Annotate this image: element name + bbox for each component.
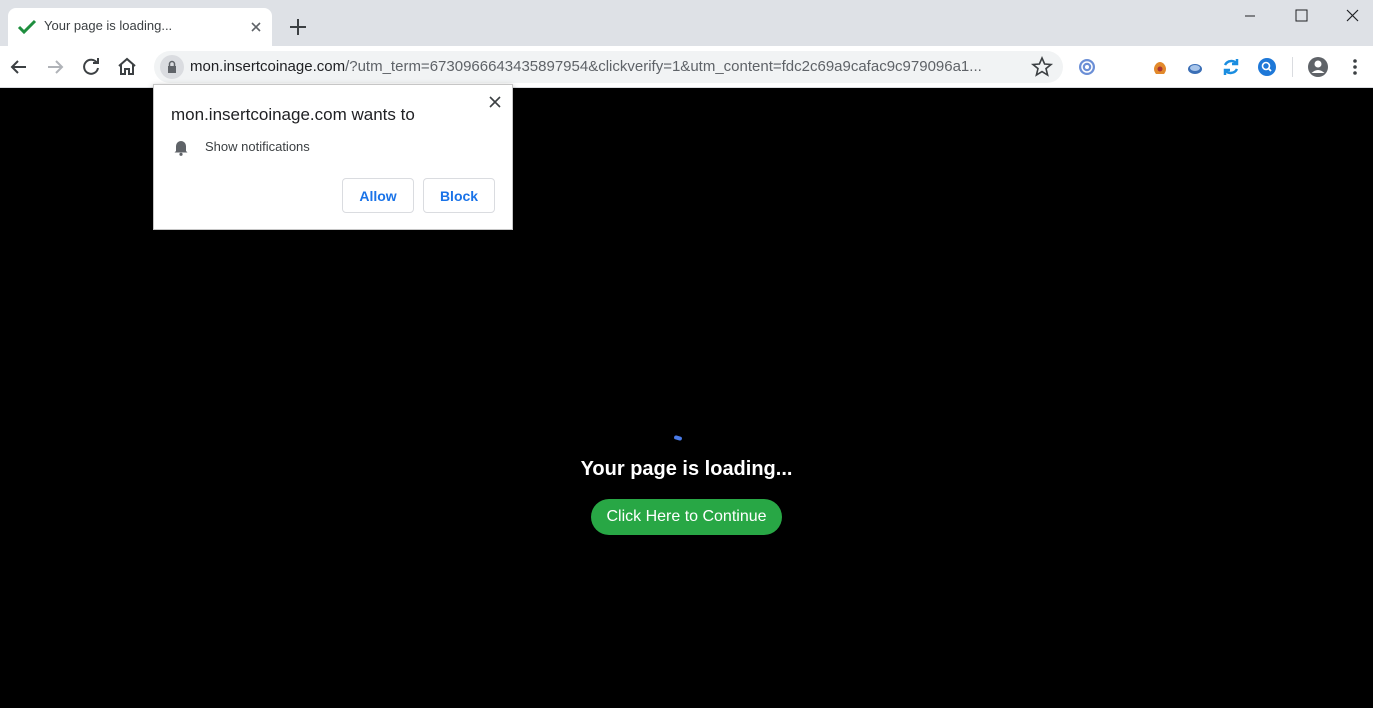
home-icon[interactable]	[115, 55, 139, 79]
tab-title: Your page is loading...	[44, 18, 173, 33]
tab-close-icon[interactable]	[248, 19, 264, 35]
reload-icon[interactable]	[79, 55, 103, 79]
extension-search-icon[interactable]	[1256, 56, 1278, 78]
lock-icon[interactable]	[160, 55, 184, 79]
checkmark-icon	[17, 19, 37, 35]
tab-strip: Your page is loading...	[0, 0, 1373, 46]
block-button[interactable]: Block	[423, 178, 495, 213]
forward-arrow-icon[interactable]	[43, 55, 67, 79]
popup-close-icon[interactable]	[487, 94, 503, 110]
bell-icon	[174, 141, 188, 156]
url-query: /?utm_term=6730966643435897954&clickveri…	[345, 58, 982, 75]
extension-globe-icon[interactable]	[1076, 56, 1098, 78]
browser-tab[interactable]: Your page is loading...	[8, 8, 272, 46]
notification-permission-popup: mon.insertcoinage.com wants to Show noti…	[153, 84, 513, 230]
toolbar-divider	[1292, 57, 1293, 77]
more-menu-icon[interactable]	[1343, 55, 1367, 79]
new-tab-icon[interactable]	[287, 16, 309, 38]
browser-toolbar: mon.insertcoinage.com/?utm_term=67309666…	[0, 46, 1373, 88]
loading-heading: Your page is loading...	[580, 458, 793, 480]
maximize-icon[interactable]	[1278, 4, 1324, 28]
allow-button[interactable]: Allow	[342, 178, 414, 213]
continue-button[interactable]: Click Here to Continue	[591, 499, 782, 535]
extension-dish-icon[interactable]	[1184, 56, 1206, 78]
extension-sync-icon[interactable]	[1220, 56, 1242, 78]
url-text[interactable]: mon.insertcoinage.com/?utm_term=67309666…	[190, 58, 1020, 75]
bookmark-star-icon[interactable]	[1030, 55, 1054, 79]
popup-title: mon.insertcoinage.com wants to	[171, 105, 415, 124]
url-host: mon.insertcoinage.com	[190, 58, 346, 75]
minimize-icon[interactable]	[1227, 4, 1273, 28]
permission-label: Show notifications	[205, 139, 310, 154]
back-arrow-icon[interactable]	[7, 55, 31, 79]
window-close-icon[interactable]	[1329, 4, 1373, 28]
extension-money-bag-icon[interactable]	[1149, 56, 1171, 78]
address-bar[interactable]: mon.insertcoinage.com/?utm_term=67309666…	[154, 51, 1063, 83]
profile-avatar-icon[interactable]	[1306, 55, 1330, 79]
